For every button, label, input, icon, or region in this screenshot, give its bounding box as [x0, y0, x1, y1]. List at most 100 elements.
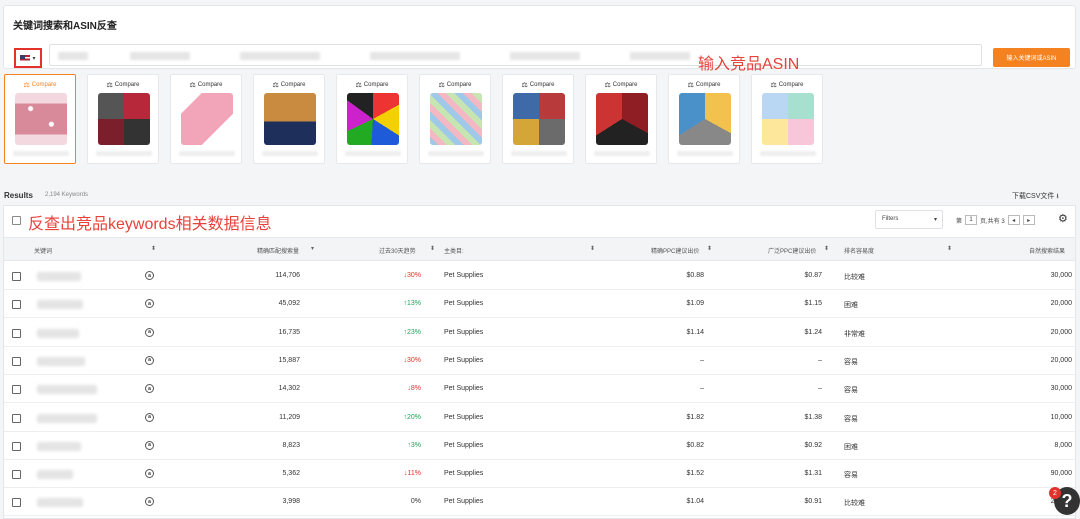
- product-caption-blurred: [345, 151, 401, 156]
- amazon-icon[interactable]: a: [145, 271, 154, 280]
- competition-cell: 比较难: [844, 500, 865, 508]
- col-keyword[interactable]: 关键词: [34, 246, 52, 255]
- blurred-text: [510, 52, 580, 60]
- product-caption-blurred: [96, 151, 152, 156]
- amazon-icon[interactable]: a: [145, 355, 154, 365]
- compare-toggle[interactable]: ⚖ Compare: [5, 81, 75, 89]
- marketplace-select[interactable]: ▾: [14, 48, 42, 68]
- download-csv-link[interactable]: 下载CSV文件 ⭳: [1012, 191, 1059, 203]
- sort-icon[interactable]: ⬍: [947, 245, 952, 252]
- compare-toggle[interactable]: ⚖ Compare: [171, 81, 241, 89]
- col-ppc-broad[interactable]: 广泛PPC建议出价: [768, 246, 816, 255]
- select-all-checkbox[interactable]: [12, 216, 21, 225]
- row-checkbox[interactable]: [12, 385, 21, 395]
- trend-value: 8%: [410, 385, 421, 393]
- compare-toggle[interactable]: ⚖ Compare: [254, 81, 324, 89]
- table-row: a3,9980%Pet Supplies$1.04$0.91比较难20,000: [4, 488, 1075, 517]
- chevron-down-icon: ▾: [32, 55, 36, 62]
- row-checkbox[interactable]: [12, 470, 21, 480]
- table-header: 关键词 ⬍ 精确匹配搜索量 ▾ 过去30天趋势 ⬍ 主类目: ⬍ 精确PPC建议…: [4, 237, 1075, 261]
- amazon-icon[interactable]: a: [145, 497, 154, 507]
- compare-toggle[interactable]: ⚖ Compare: [503, 81, 573, 89]
- asin-search-input[interactable]: [49, 44, 982, 66]
- scale-icon: ⚖: [23, 82, 30, 89]
- ppc-broad-cell: $1.24: [804, 328, 822, 336]
- amazon-icon[interactable]: a: [145, 384, 154, 394]
- pager-suffix: 页,共有 3: [980, 218, 1005, 225]
- product-card[interactable]: ⚖ Compare: [87, 74, 159, 164]
- col-search-volume[interactable]: 精确匹配搜索量: [257, 246, 299, 255]
- annotation-input-asin: 输入竞品ASIN: [698, 56, 800, 73]
- blurred-text: [630, 52, 690, 60]
- amazon-icon[interactable]: a: [145, 327, 154, 337]
- product-card[interactable]: ⚖ Compare: [4, 74, 76, 164]
- amazon-icon[interactable]: a: [145, 440, 154, 450]
- col-results[interactable]: 自然搜索结果: [1029, 246, 1065, 255]
- column-settings-icon[interactable]: ⚙: [1058, 212, 1068, 225]
- ppc-exact-cell: $1.14: [686, 328, 704, 336]
- filters-dropdown[interactable]: Filters ▾: [875, 210, 943, 229]
- search-volume-cell: 14,302: [278, 385, 300, 393]
- row-checkbox[interactable]: [12, 413, 21, 423]
- ppc-broad-cell: $1.38: [804, 413, 822, 421]
- page-number-input[interactable]: 1: [965, 215, 978, 225]
- category-cell: Pet Supplies: [444, 413, 484, 421]
- row-checkbox[interactable]: [12, 328, 21, 338]
- amazon-icon[interactable]: a: [145, 412, 154, 422]
- amazon-icon[interactable]: a: [145, 299, 154, 309]
- col-ppc-exact[interactable]: 精确PPC建议出价: [651, 246, 699, 255]
- product-card[interactable]: ⚖ Compare: [502, 74, 574, 164]
- prev-page-button[interactable]: ◂: [1007, 215, 1020, 225]
- sort-desc-icon[interactable]: ▾: [311, 245, 314, 252]
- product-card[interactable]: ⚖ Compare: [668, 74, 740, 164]
- product-card[interactable]: ⚖ Compare: [585, 74, 657, 164]
- sort-icon[interactable]: ⬍: [824, 245, 829, 252]
- col-trend[interactable]: 过去30天趋势: [379, 246, 416, 255]
- product-card[interactable]: ⚖ Compare: [170, 74, 242, 164]
- product-card[interactable]: ⚖ Compare: [751, 74, 823, 164]
- category-cell: Pet Supplies: [444, 300, 484, 308]
- sort-icon[interactable]: ⬍: [590, 245, 595, 252]
- next-page-button[interactable]: ▸: [1022, 215, 1035, 225]
- search-button[interactable]: 输入关键词或ASIN: [993, 48, 1070, 67]
- row-checkbox[interactable]: [12, 441, 21, 451]
- competition-cell: 容易: [844, 472, 858, 480]
- pager-prefix: 第: [956, 218, 963, 225]
- trend-cell: ↓11%: [404, 470, 421, 477]
- compare-toggle[interactable]: ⚖ Compare: [586, 81, 656, 89]
- row-checkbox[interactable]: [12, 272, 21, 281]
- compare-toggle[interactable]: ⚖ Compare: [420, 81, 490, 89]
- sort-icon[interactable]: ⬍: [151, 245, 156, 252]
- product-card[interactable]: ⚖ Compare: [336, 74, 408, 164]
- compare-toggle[interactable]: ⚖ Compare: [88, 81, 158, 89]
- results-cell: 8,000: [1054, 441, 1072, 449]
- table-row: a 45,092 ↑13% Pet Supplies $1.09 $1.15 困难 20,00…: [4, 290, 1075, 319]
- col-category[interactable]: 主类目:: [444, 246, 464, 255]
- download-icon: ⭳: [1056, 193, 1059, 200]
- table-row: a 8,823 ↑3% Pet Supplies $0.82 $0.92 困难 8,000: [4, 432, 1075, 460]
- compare-toggle[interactable]: ⚖ Compare: [337, 81, 407, 89]
- trend-value: 23%: [406, 328, 421, 336]
- sort-icon[interactable]: ⬍: [707, 245, 712, 252]
- product-card[interactable]: ⚖ Compare: [253, 74, 325, 164]
- sort-icon[interactable]: ⬍: [430, 245, 435, 252]
- keyword-blurred: [37, 385, 97, 395]
- table-row: a 114,706 ↓30% Pet Supplies $0.88 $0.87 比较难 30,…: [4, 262, 1075, 290]
- trend-value: 0%: [410, 498, 421, 506]
- product-card[interactable]: ⚖ Compare: [419, 74, 491, 164]
- search-volume-cell: 15,887: [278, 356, 300, 364]
- row-checkbox[interactable]: [12, 300, 21, 310]
- amazon-icon[interactable]: a: [145, 469, 154, 479]
- col-competition[interactable]: 排名容易度: [844, 246, 874, 255]
- product-image: [596, 93, 648, 145]
- row-checkbox[interactable]: [12, 356, 21, 366]
- table-row: a 14,302 ↓8% Pet Supplies – – 容易 30,000: [4, 375, 1075, 404]
- compare-toggle[interactable]: ⚖ Compare: [752, 81, 822, 89]
- row-checkbox[interactable]: [12, 498, 21, 508]
- scale-icon: ⚖: [189, 82, 196, 89]
- compare-toggle[interactable]: ⚖ Compare: [669, 81, 739, 89]
- keyword-blurred: [37, 498, 83, 508]
- filters-label: Filters: [882, 216, 899, 222]
- results-cell: 20,000: [1050, 300, 1072, 308]
- category-cell: Pet Supplies: [444, 356, 484, 364]
